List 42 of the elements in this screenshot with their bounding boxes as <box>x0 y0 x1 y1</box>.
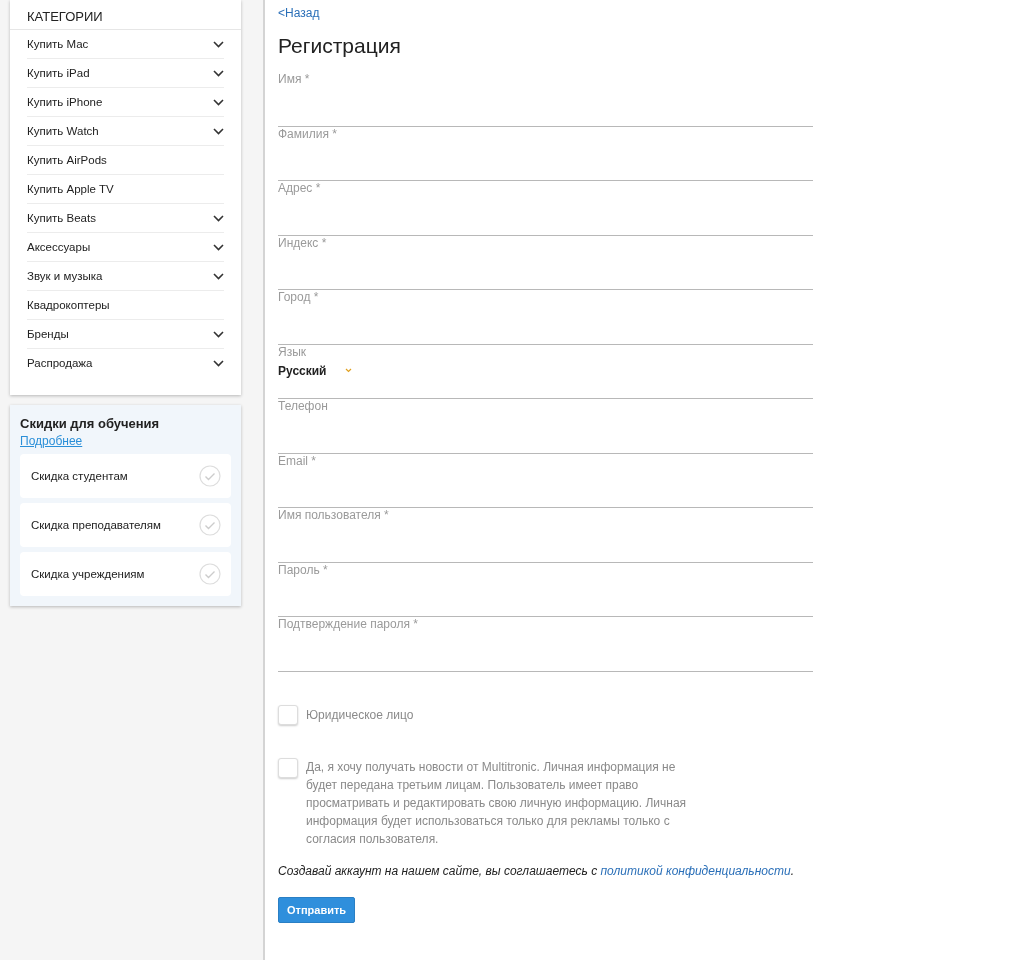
category-item[interactable]: Звук и музыка <box>27 262 224 291</box>
check-circle-icon[interactable] <box>199 514 221 536</box>
category-item[interactable]: Квадрокоптеры <box>27 291 224 320</box>
chevron-down-icon <box>213 330 224 338</box>
privacy-policy-link[interactable]: политикой конфиденциальности <box>600 863 791 878</box>
check-circle-icon[interactable] <box>199 563 221 585</box>
category-item[interactable]: Купить iPad <box>27 59 224 88</box>
chevron-down-icon <box>213 214 224 222</box>
category-item[interactable]: Купить Mac <box>27 30 224 59</box>
privacy-notice: Создавай аккаунт на нашем сайте, вы соглашаетесь с политикой конфиденциальности. <box>278 863 795 878</box>
category-item[interactable]: Купить Watch <box>27 117 224 146</box>
discounts-title: Скидки для обучения <box>20 416 161 431</box>
check-circle-icon[interactable] <box>199 465 221 487</box>
discount-label: Скидка преподавателям <box>31 519 161 531</box>
chevron-down-icon <box>213 127 224 135</box>
category-item[interactable]: Распродажа <box>27 349 224 377</box>
caret-icon <box>344 368 352 373</box>
categories-title: КАТЕГОРИИ <box>10 0 241 30</box>
discount-item[interactable]: Скидка учреждениям <box>20 552 231 596</box>
category-item[interactable]: Купить iPhone <box>27 88 224 117</box>
checkbox-label: Юридическое лицо <box>306 707 414 722</box>
discount-label: Скидка учреждениям <box>31 568 145 580</box>
page-title: Регистрация <box>278 34 402 58</box>
chevron-down-icon <box>213 40 224 48</box>
category-item[interactable]: Купить AirPods <box>27 146 224 175</box>
chevron-down-icon <box>213 359 224 367</box>
checkbox[interactable] <box>278 757 298 778</box>
chevron-down-icon <box>213 69 224 77</box>
chevron-down-icon <box>213 272 224 280</box>
discount-label: Скидка студентам <box>31 470 128 482</box>
chevron-down-icon <box>213 98 224 106</box>
category-item[interactable]: Купить Beats <box>27 204 224 233</box>
category-item[interactable]: Аксессуары <box>27 233 224 262</box>
discount-item[interactable]: Скидка студентам <box>20 454 231 498</box>
back-link[interactable]: <Назад <box>278 6 320 20</box>
chevron-down-icon <box>213 243 224 251</box>
category-item[interactable]: Купить Apple TV <box>27 175 224 204</box>
language-select[interactable]: Язык Русский <box>278 344 813 399</box>
category-item[interactable]: Бренды <box>27 320 224 349</box>
discount-item[interactable]: Скидка преподавателям <box>20 503 231 547</box>
checkbox[interactable] <box>278 704 298 725</box>
newsletter-consent-text: Да, я хочу получать новости от Multitronic. Личная информация не будет передана третьим лицам. Пользователь имеет право просматривать и редактировать свою личную информацию. Личная информация будет использоваться только для рекламы только с согласия пользователя. <box>306 758 688 848</box>
